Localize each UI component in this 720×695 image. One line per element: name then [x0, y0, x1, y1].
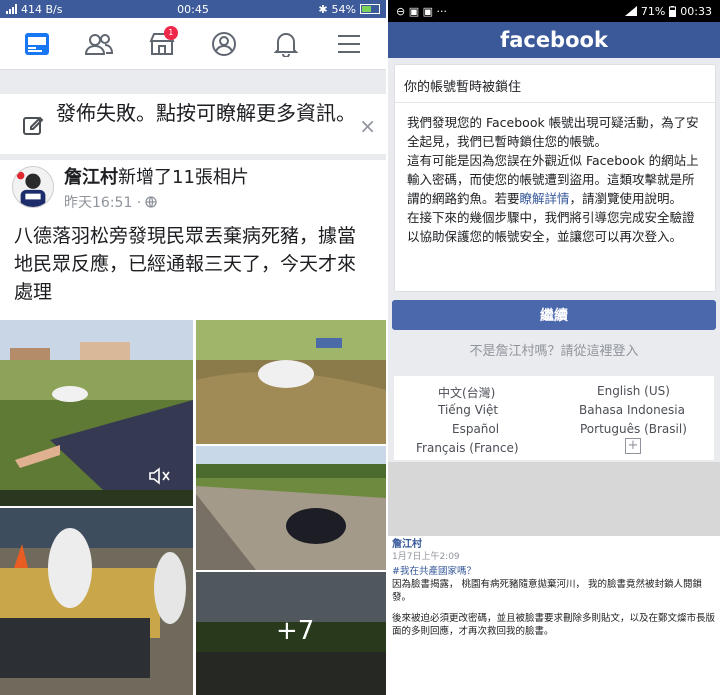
signal-icon: [6, 4, 17, 14]
photo-2-image: [196, 320, 386, 444]
post-action: 新增了11張相片: [118, 167, 249, 188]
notifications-tab[interactable]: [266, 24, 306, 64]
news-feed-tab[interactable]: [17, 24, 57, 64]
battery-icon: [360, 4, 380, 14]
photo-2[interactable]: [196, 320, 386, 444]
right-clock: 00:33: [680, 4, 712, 18]
more-photos-count: +7: [276, 616, 315, 646]
feed-gap: [0, 70, 386, 94]
menu-tab[interactable]: [329, 24, 369, 64]
marketplace-tab[interactable]: 1: [142, 24, 182, 64]
left-screenshot: 414 B/s 00:45 ✱ 54% 1 發佈失敗。點按可瞭解更多資訊。 × …: [0, 0, 386, 695]
photo-3[interactable]: [196, 446, 386, 570]
note-line-1: 因為臉書揭露， 桃園有病死豬隨意拋棄河川， 我的臉書竟然被封鎖人閱鎖發。: [392, 579, 703, 603]
photo-5[interactable]: +7: [196, 572, 386, 695]
notification-badge: 1: [163, 25, 178, 40]
network-speed: 414 B/s: [21, 2, 63, 16]
friends-icon: [85, 33, 114, 55]
profile-tab[interactable]: [204, 24, 244, 64]
note-line-2: 後來被迫必須更改密碼，並且被臉書要求刪除多則貼文，以及在鄭文燦市長版面的多則回應…: [392, 613, 716, 637]
left-status-bar: 414 B/s 00:45 ✱ 54%: [0, 0, 386, 18]
edit-pencil-icon: [23, 116, 44, 135]
photo-grid: +7: [0, 320, 386, 695]
avatar-image: [13, 167, 53, 207]
battery-icon: [669, 5, 677, 17]
photo-1[interactable]: [0, 320, 193, 506]
language-option[interactable]: Tiếng Việt: [438, 403, 498, 417]
status-icons: ⊖ ▣ ▣ ···: [396, 4, 447, 18]
language-option[interactable]: Français (France): [416, 441, 519, 455]
top-nav-bar: 1: [0, 18, 386, 70]
locked-paragraph-3: 在接下來的幾個步驟中，我們將引導您完成安全驗證以協助保護您的帳號安全，並讓您可以…: [407, 210, 695, 244]
close-icon[interactable]: ×: [359, 114, 376, 138]
language-option[interactable]: 中文(台灣): [438, 384, 495, 401]
avatar[interactable]: [12, 166, 54, 208]
bell-icon: [274, 32, 299, 57]
bluetooth-icon: ✱: [318, 2, 328, 16]
right-screenshot: ⊖ ▣ ▣ ··· 71% 00:33 facebook 你的帳號暫時被鎖住 我…: [388, 0, 720, 695]
post-body: 八德落羽松旁發現民眾丟棄病死豬，據當地民眾反應，已經通報三天了，今天才來處理: [14, 225, 357, 303]
note-time: 1月7日上午2:09: [392, 552, 460, 562]
post-header: 詹江村新增了11張相片 昨天16:51 ·: [0, 160, 386, 218]
publish-failed-banner[interactable]: 發佈失敗。點按可瞭解更多資訊。 ×: [0, 94, 386, 160]
note-author[interactable]: 詹江村: [392, 538, 716, 551]
photo-4-image: [0, 508, 193, 695]
muted-speaker-icon[interactable]: [148, 466, 172, 486]
language-option[interactable]: English (US): [597, 384, 670, 398]
locked-paragraph-1: 我們發現您的 Facebook 帳號出現可疑活動，為了安全起見，我們已暫時鎖住您…: [407, 115, 699, 149]
language-option[interactable]: Español: [452, 422, 499, 436]
language-option[interactable]: Bahasa Indonesia: [579, 403, 685, 417]
account-locked-body: 我們發現您的 Facebook 帳號出現可疑活動，為了安全起見，我們已暫時鎖住您…: [395, 103, 715, 246]
battery-text: 54%: [331, 2, 356, 16]
hamburger-menu-icon: [337, 34, 360, 53]
more-languages-icon[interactable]: +: [625, 438, 641, 454]
photo-4[interactable]: [0, 508, 193, 695]
post-title: 詹江村新增了11張相片: [64, 166, 249, 190]
learn-more-link[interactable]: 瞭解詳情: [520, 191, 570, 206]
account-locked-card: 你的帳號暫時被鎖住 我們發現您的 Facebook 帳號出現可疑活動，為了安全起…: [394, 64, 716, 292]
right-battery-text: 71%: [640, 4, 666, 18]
blank-area: [388, 462, 720, 536]
facebook-header: facebook: [388, 22, 720, 58]
not-user-login-link[interactable]: 不是詹江村嗎？請從這裡登入: [388, 340, 720, 359]
note-hashtag[interactable]: #我在共產國家嗎？: [392, 565, 716, 578]
account-locked-title: 你的帳號暫時被鎖住: [395, 65, 715, 103]
news-feed-icon: [25, 32, 50, 55]
continue-button[interactable]: 繼續: [392, 300, 716, 330]
locked-paragraph-2: 這有可能是因為您誤在外觀近似 Facebook 的網站上輸入密碼，而使您的帳號遭…: [407, 153, 699, 206]
globe-icon: [145, 196, 157, 208]
profile-icon: [212, 31, 237, 56]
language-selector: 中文(台灣) English (US) Tiếng Việt Bahasa In…: [394, 376, 714, 460]
right-status-bar: ⊖ ▣ ▣ ··· 71% 00:33: [388, 0, 720, 22]
post-author[interactable]: 詹江村: [64, 167, 118, 188]
photo-3-image: [196, 446, 386, 570]
post-meta: 昨天16:51 ·: [64, 192, 249, 212]
signal-icon: [624, 6, 637, 16]
publish-failed-text: 發佈失敗。點按可瞭解更多資訊。: [56, 101, 356, 125]
friends-tab[interactable]: [79, 24, 119, 64]
post-time[interactable]: 昨天16:51 ·: [64, 192, 141, 212]
language-option[interactable]: Português (Brasil): [580, 422, 687, 436]
author-note-post: 詹江村 1月7日上午2:09 #我在共產國家嗎？ 因為臉書揭露， 桃園有病死豬隨…: [388, 536, 720, 695]
facebook-logo: facebook: [500, 28, 608, 52]
